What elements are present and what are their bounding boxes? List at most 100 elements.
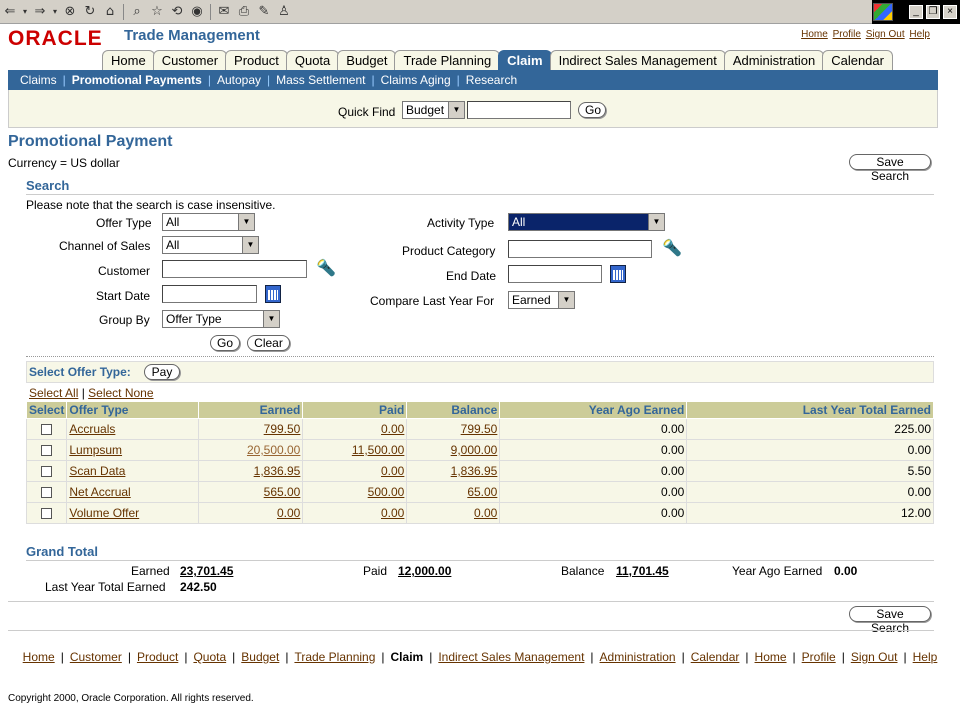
flashlight-search-icon[interactable]: 🔦 bbox=[316, 259, 336, 277]
refresh-icon[interactable]: ↻ bbox=[80, 3, 100, 21]
calendar-icon[interactable] bbox=[265, 285, 281, 303]
offer-type-link[interactable]: Net Accrual bbox=[69, 485, 130, 499]
tab-customer[interactable]: Customer bbox=[152, 50, 228, 71]
quick-find-select[interactable]: Budget ▼ bbox=[402, 101, 465, 119]
back-icon[interactable]: ⇐ bbox=[0, 3, 20, 21]
footer-link-administration[interactable]: Administration bbox=[600, 650, 676, 664]
edit-icon[interactable]: ✎ bbox=[254, 3, 274, 21]
messenger-icon[interactable]: ♙ bbox=[274, 3, 294, 21]
column-header-last-year-total-earned[interactable]: Last Year Total Earned bbox=[686, 401, 934, 419]
tab-claim[interactable]: Claim bbox=[498, 50, 552, 71]
back-dropdown-icon[interactable]: ▾ bbox=[20, 3, 30, 21]
flashlight-search-icon[interactable]: 🔦 bbox=[662, 239, 682, 257]
column-header-year-ago-earned[interactable]: Year Ago Earned bbox=[499, 401, 688, 419]
paid-link[interactable]: 11,500.00 bbox=[352, 443, 405, 457]
end-date-input[interactable] bbox=[508, 265, 602, 283]
offer-type-link[interactable]: Accruals bbox=[69, 422, 115, 436]
footer-link-home[interactable]: Home bbox=[23, 650, 55, 664]
minimize-icon[interactable]: _ bbox=[909, 5, 923, 19]
media-icon[interactable]: ◉ bbox=[187, 3, 207, 21]
group-by-select[interactable]: Offer Type ▼ bbox=[162, 310, 280, 328]
offer-type-link[interactable]: Scan Data bbox=[69, 464, 125, 478]
tab-administration[interactable]: Administration bbox=[723, 50, 825, 71]
footer-link-quota[interactable]: Quota bbox=[193, 650, 226, 664]
row-checkbox[interactable] bbox=[41, 508, 53, 520]
tab-trade-planning[interactable]: Trade Planning bbox=[394, 50, 501, 71]
subtab-promotional-payments[interactable]: Promotional Payments bbox=[72, 73, 202, 87]
column-header-offer-type[interactable]: Offer Type bbox=[66, 401, 200, 419]
offer-type-select[interactable]: All ▼ bbox=[162, 213, 255, 231]
start-date-input[interactable] bbox=[162, 285, 257, 303]
offer-type-link[interactable]: Lumpsum bbox=[69, 443, 122, 457]
paid-link[interactable]: 500.00 bbox=[368, 485, 405, 499]
tab-indirect-sales[interactable]: Indirect Sales Management bbox=[549, 50, 726, 71]
forward-icon[interactable]: ⇒ bbox=[30, 3, 50, 21]
subtab-claims[interactable]: Claims bbox=[20, 73, 57, 87]
paid-link[interactable]: 0.00 bbox=[381, 506, 404, 520]
balance-link[interactable]: 1,836.95 bbox=[451, 464, 498, 478]
footer-link-customer[interactable]: Customer bbox=[70, 650, 122, 664]
subtab-mass-settlement[interactable]: Mass Settlement bbox=[276, 73, 365, 87]
subtab-research[interactable]: Research bbox=[466, 73, 517, 87]
footer-link-calendar[interactable]: Calendar bbox=[691, 650, 740, 664]
save-search-button-bottom[interactable]: Save Search bbox=[849, 606, 931, 635]
select-none-link[interactable]: Select None bbox=[88, 386, 153, 400]
footer-link-product[interactable]: Product bbox=[137, 650, 178, 664]
print-icon[interactable]: ⎙ bbox=[234, 3, 254, 21]
paid-link[interactable]: 0.00 bbox=[381, 422, 404, 436]
close-icon[interactable]: × bbox=[943, 5, 957, 19]
history-icon[interactable]: ⟲ bbox=[167, 3, 187, 21]
stop-icon[interactable]: ⊗ bbox=[60, 3, 80, 21]
global-home-link[interactable]: Home bbox=[801, 29, 828, 40]
forward-dropdown-icon[interactable]: ▾ bbox=[50, 3, 60, 21]
select-all-link[interactable]: Select All bbox=[29, 386, 78, 400]
search-icon[interactable]: ⌕ bbox=[127, 3, 147, 21]
global-profile-link[interactable]: Profile bbox=[833, 29, 861, 40]
footer-link-claim[interactable]: Claim bbox=[391, 650, 424, 664]
mail-icon[interactable]: ✉ bbox=[214, 3, 234, 21]
row-checkbox[interactable] bbox=[41, 487, 53, 499]
footer-link-trade-planning[interactable]: Trade Planning bbox=[294, 650, 375, 664]
tab-home[interactable]: Home bbox=[102, 50, 155, 71]
row-checkbox[interactable] bbox=[41, 445, 53, 457]
offer-type-link[interactable]: Volume Offer bbox=[69, 506, 139, 520]
global-help-link[interactable]: Help bbox=[909, 29, 930, 40]
paid-link[interactable]: 0.00 bbox=[381, 464, 404, 478]
save-search-button-top[interactable]: Save Search bbox=[849, 154, 931, 183]
row-checkbox[interactable] bbox=[41, 466, 53, 478]
footer-link-profile[interactable]: Profile bbox=[802, 650, 836, 664]
footer-link-budget[interactable]: Budget bbox=[241, 650, 279, 664]
product-category-input[interactable] bbox=[508, 240, 652, 258]
footer-link-home-2[interactable]: Home bbox=[755, 650, 787, 664]
footer-link-sign-out[interactable]: Sign Out bbox=[851, 650, 898, 664]
search-clear-button[interactable]: Clear bbox=[247, 335, 290, 351]
home-icon[interactable]: ⌂ bbox=[100, 3, 120, 21]
favorites-icon[interactable]: ☆ bbox=[147, 3, 167, 21]
subtab-claims-aging[interactable]: Claims Aging bbox=[381, 73, 451, 87]
activity-type-select[interactable]: All ▼ bbox=[508, 213, 665, 231]
balance-link[interactable]: 799.50 bbox=[461, 422, 498, 436]
earned-link[interactable]: 20,500.00 bbox=[247, 443, 300, 457]
earned-link[interactable]: 799.50 bbox=[264, 422, 301, 436]
pay-button[interactable]: Pay bbox=[144, 364, 180, 380]
tab-product[interactable]: Product bbox=[225, 50, 288, 71]
customer-input[interactable] bbox=[162, 260, 307, 278]
calendar-icon[interactable] bbox=[610, 265, 626, 283]
search-go-button[interactable]: Go bbox=[210, 335, 240, 351]
balance-link[interactable]: 9,000.00 bbox=[451, 443, 498, 457]
balance-link[interactable]: 65.00 bbox=[467, 485, 497, 499]
quick-find-input[interactable] bbox=[467, 101, 571, 119]
footer-link-help[interactable]: Help bbox=[913, 650, 938, 664]
quick-find-go-button[interactable]: Go bbox=[578, 102, 606, 118]
row-checkbox[interactable] bbox=[41, 424, 53, 436]
tab-quota[interactable]: Quota bbox=[285, 50, 340, 71]
column-header-earned[interactable]: Earned bbox=[198, 401, 304, 419]
global-signout-link[interactable]: Sign Out bbox=[866, 29, 905, 40]
balance-link[interactable]: 0.00 bbox=[474, 506, 497, 520]
column-header-paid[interactable]: Paid bbox=[302, 401, 408, 419]
earned-link[interactable]: 0.00 bbox=[277, 506, 300, 520]
earned-link[interactable]: 565.00 bbox=[264, 485, 301, 499]
restore-icon[interactable]: ❐ bbox=[926, 5, 940, 19]
footer-link-indirect-sales[interactable]: Indirect Sales Management bbox=[438, 650, 584, 664]
subtab-autopay[interactable]: Autopay bbox=[217, 73, 261, 87]
